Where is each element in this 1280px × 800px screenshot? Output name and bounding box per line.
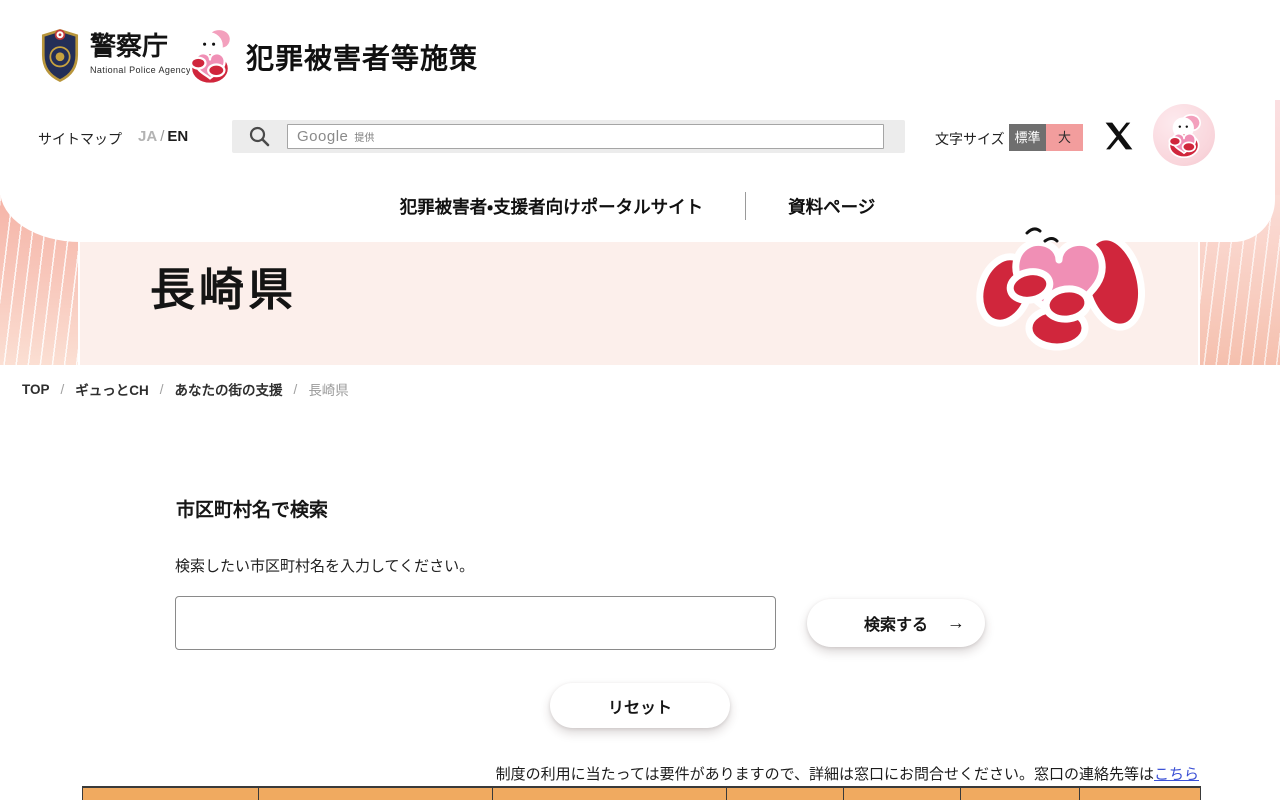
breadcrumb: TOP / ギュっとCH / あなたの街の支援 / 長崎県 — [22, 379, 349, 399]
site-search-input[interactable] — [287, 124, 884, 149]
breadcrumb-city-support[interactable]: あなたの街の支援 — [175, 379, 283, 399]
usage-notice-text: 制度の利用に当たっては要件がありますので、詳細は窓口にお問合せください。窓口の連… — [495, 766, 1154, 783]
agency-name: 警察庁 — [90, 32, 169, 62]
breadcrumb-gyutto-ch[interactable]: ギュっとCH — [75, 379, 149, 399]
main-nav: 犯罪被害者・支援者向けポータルサイト 資料ページ — [0, 186, 1275, 226]
sitemap-link[interactable]: サイトマップ — [38, 129, 122, 149]
reset-button-label: リセット — [607, 699, 672, 717]
site-title[interactable]: 犯罪被害者等施策 — [246, 37, 478, 77]
font-size-large-button[interactable]: 大 — [1046, 124, 1083, 151]
municipality-search-input[interactable] — [175, 596, 776, 650]
table-header-cell — [961, 788, 1081, 800]
font-size-label: 文字サイズ — [935, 131, 1005, 147]
lang-separator: / — [160, 128, 165, 145]
table-header-cell — [1080, 788, 1200, 800]
table-header-cell — [726, 788, 844, 800]
lang-en[interactable]: EN — [167, 128, 188, 145]
site-header: 警察庁 National Police Agency 犯罪被害者等施策 サイトマ… — [0, 0, 1275, 242]
table-header-cell — [493, 788, 727, 800]
breadcrumb-top[interactable]: TOP — [22, 382, 50, 397]
agency-name-en: National Police Agency — [90, 65, 191, 75]
lang-ja[interactable]: JA — [138, 128, 157, 145]
breadcrumb-current-page: 長崎県 — [308, 383, 349, 398]
police-agency-badge-icon — [41, 28, 79, 82]
x-social-icon[interactable] — [1104, 121, 1134, 151]
search-submit-button[interactable]: 検索する → — [807, 599, 985, 647]
agency-name-block[interactable]: 警察庁 National Police Agency — [90, 34, 191, 75]
nav-portal-link[interactable]: 犯罪被害者・支援者向けポータルサイト — [400, 194, 703, 219]
arrow-right-icon: → — [947, 612, 965, 633]
mascot-avatar-button[interactable] — [1153, 104, 1215, 166]
municipality-search-heading: 市区町村名で検索 — [176, 500, 329, 521]
nav-divider — [745, 192, 747, 220]
breadcrumb-separator: / — [159, 381, 164, 397]
hero-right-edge-tab — [1275, 100, 1280, 195]
font-size-standard-button[interactable]: 標準 — [1009, 124, 1046, 151]
page-title: 長崎県 — [150, 264, 298, 315]
support-table-header-row — [82, 786, 1201, 800]
usage-notice: 制度の利用に当たっては要件がありますので、詳細は窓口にお問合せください。窓口の連… — [82, 763, 1199, 784]
municipality-search-instruction: 検索したい市区町村名を入力してください。 — [175, 558, 475, 575]
search-button-label: 検索する — [863, 617, 928, 634]
nav-docs-link[interactable]: 資料ページ — [788, 194, 875, 219]
mascot-avatar-icon — [1168, 113, 1202, 158]
mascot-logo-icon — [189, 27, 233, 85]
table-header-cell — [843, 788, 962, 800]
search-icon — [249, 126, 270, 147]
breadcrumb-separator: / — [293, 381, 298, 397]
table-header-cell — [258, 788, 494, 800]
breadcrumb-separator: / — [60, 381, 65, 397]
contact-info-link[interactable]: こちら — [1154, 766, 1199, 783]
site-search-bar: Google 提供 — [232, 120, 905, 153]
table-header-cell — [83, 788, 259, 800]
reset-button[interactable]: リセット — [550, 683, 730, 728]
language-switch: JA / EN — [138, 128, 188, 145]
